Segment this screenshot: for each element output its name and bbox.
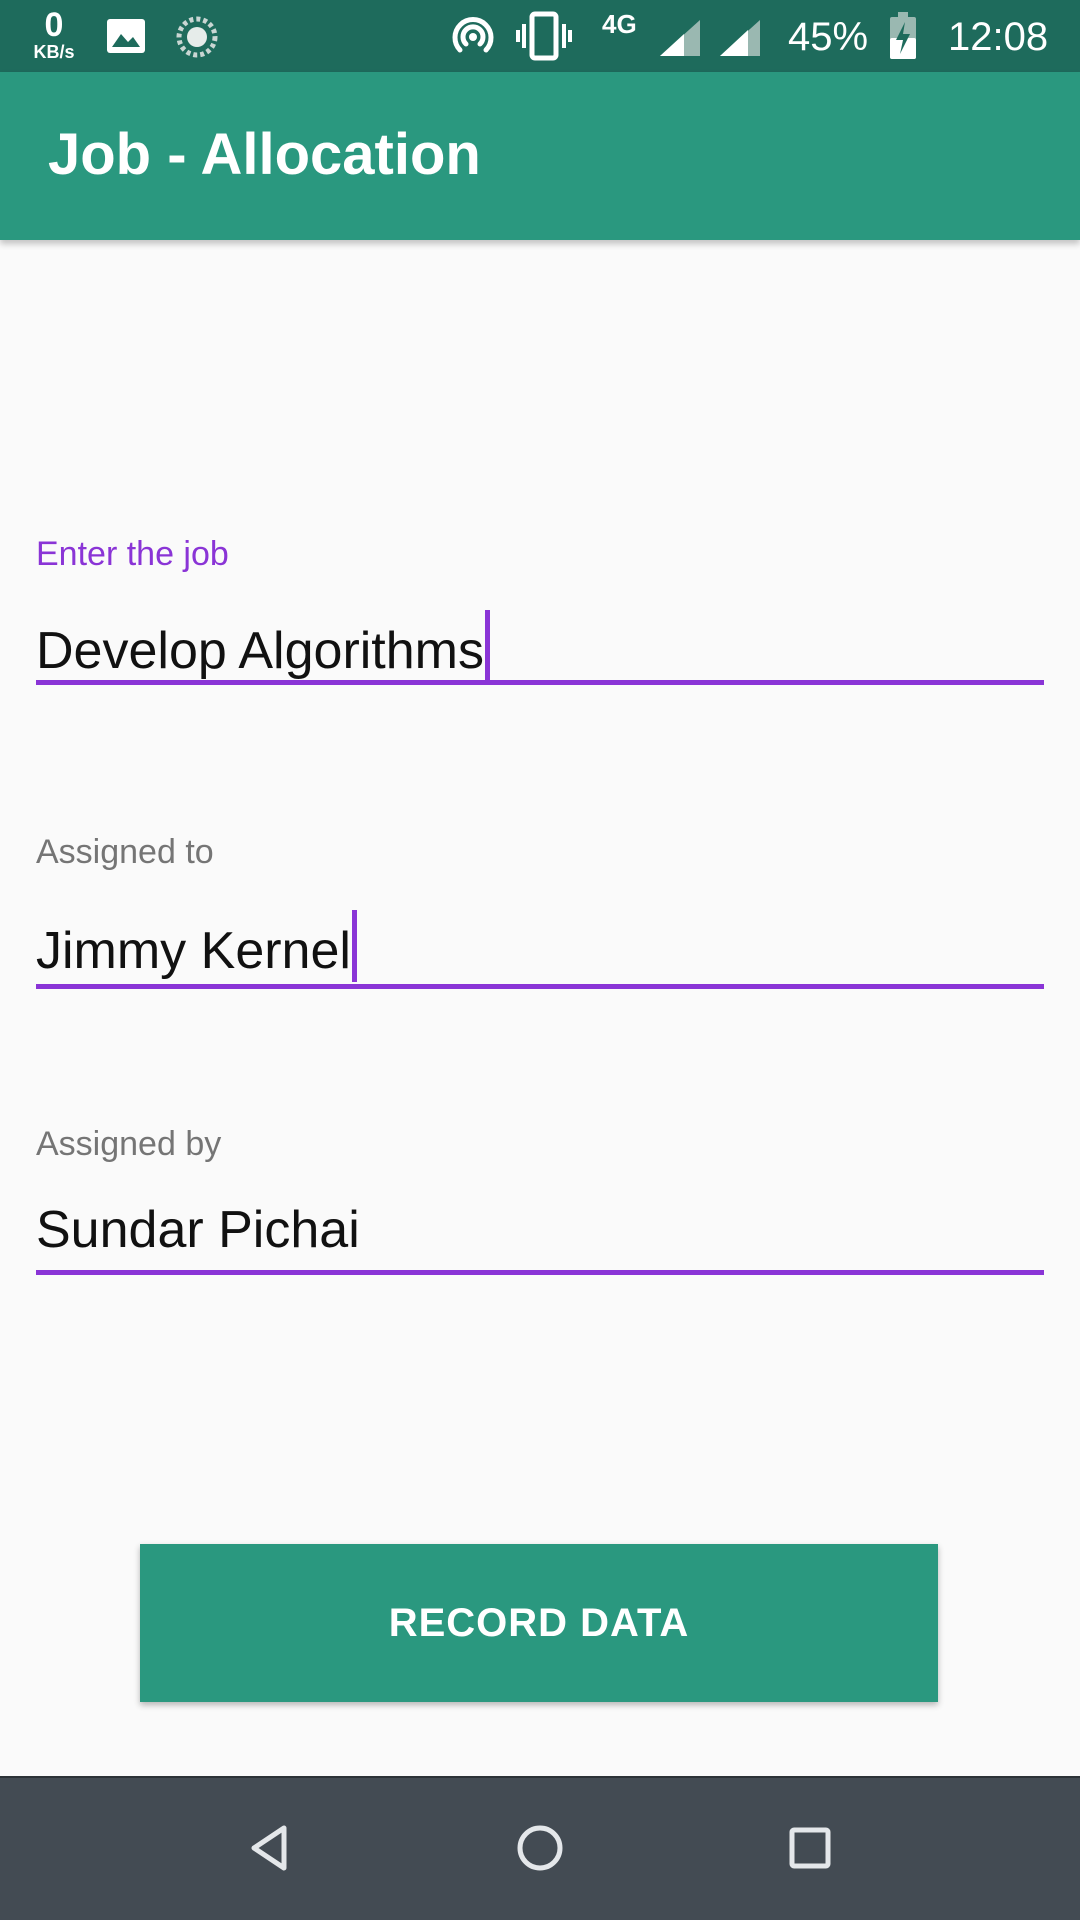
back-icon xyxy=(246,1823,294,1878)
text-cursor xyxy=(351,910,357,982)
navigation-bar xyxy=(0,1776,1080,1920)
assigned-by-input[interactable]: Sundar Pichai xyxy=(36,1198,1036,1262)
network-speed: 0 KB/s xyxy=(26,8,82,64)
job-field-label: Enter the job xyxy=(36,535,229,573)
job-input-text: Develop Algorithms xyxy=(36,622,484,680)
vibrate-icon xyxy=(516,10,572,62)
hotspot-icon xyxy=(448,12,498,62)
assigned-to-field[interactable]: Assigned to Jimmy Kernel xyxy=(36,832,1044,996)
battery-charging-icon xyxy=(888,12,918,60)
app-title: Job - Allocation xyxy=(48,122,481,187)
battery-percent: 45% xyxy=(788,15,869,59)
assigned-by-field[interactable]: Assigned by Sundar Pichai xyxy=(36,1124,1044,1284)
job-field-underline xyxy=(36,680,1044,685)
app-bar: Job - Allocation xyxy=(0,72,1080,240)
network-speed-unit: KB/s xyxy=(33,42,75,62)
job-input[interactable]: Develop Algorithms xyxy=(36,610,1036,683)
network-type: 4G xyxy=(602,9,637,39)
recents-button[interactable] xyxy=(760,1800,860,1900)
recents-icon xyxy=(787,1825,833,1876)
record-data-button[interactable]: RECORD DATA xyxy=(140,1544,938,1702)
home-icon xyxy=(515,1823,565,1878)
record-data-button-label: RECORD DATA xyxy=(388,1600,690,1645)
job-field[interactable]: Enter the job Develop Algorithms xyxy=(36,534,1044,690)
assigned-by-field-label: Assigned by xyxy=(36,1125,222,1163)
assigned-by-field-underline xyxy=(36,1270,1044,1275)
home-button[interactable] xyxy=(490,1800,590,1900)
assigned-to-input[interactable]: Jimmy Kernel xyxy=(36,910,1036,983)
assigned-by-input-text: Sundar Pichai xyxy=(36,1201,360,1259)
signal-icon xyxy=(718,18,762,58)
sync-icon xyxy=(174,14,220,60)
signal-icon xyxy=(658,18,702,58)
network-speed-value: 0 xyxy=(44,6,64,44)
status-bar: 0 KB/s 4G 45% 12:08 xyxy=(0,0,1080,72)
back-button[interactable] xyxy=(220,1800,320,1900)
text-cursor xyxy=(485,610,490,682)
assigned-to-field-underline xyxy=(36,984,1044,989)
image-icon xyxy=(104,14,148,58)
assigned-to-field-label: Assigned to xyxy=(36,833,214,871)
assigned-to-input-text: Jimmy Kernel xyxy=(36,922,351,980)
clock: 12:08 xyxy=(948,15,1049,59)
